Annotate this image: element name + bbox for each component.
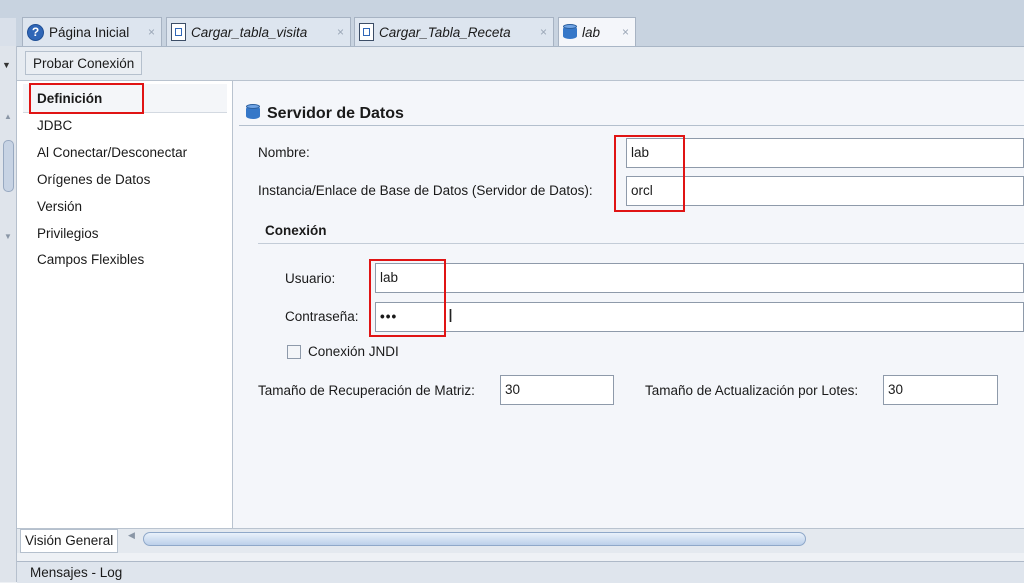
help-icon: ? xyxy=(27,23,44,41)
test-connection-button[interactable]: Probar Conexión xyxy=(25,51,143,75)
tab-label: Página Inicial xyxy=(49,24,130,40)
nav-item-al-conectar[interactable]: Al Conectar/Desconectar xyxy=(37,145,187,160)
fetch-size-input[interactable]: 30 xyxy=(500,375,614,405)
user-input[interactable]: lab xyxy=(375,263,1024,293)
section-title: Servidor de Datos xyxy=(267,105,404,122)
instance-input[interactable]: orcl xyxy=(626,176,1024,206)
messages-log-title[interactable]: Mensajes - Log xyxy=(30,565,122,580)
connection-divider xyxy=(258,243,1024,244)
highlight-box xyxy=(614,135,685,212)
nav-item-origenes-datos[interactable]: Orígenes de Datos xyxy=(37,172,150,187)
scroll-down-icon[interactable]: ▼ xyxy=(4,232,12,241)
close-icon[interactable]: × xyxy=(148,25,155,39)
database-icon xyxy=(563,23,577,41)
highlight-box xyxy=(369,259,446,337)
password-input[interactable]: ••• xyxy=(375,302,1024,332)
editor-toolbar xyxy=(17,47,1024,81)
name-input[interactable]: lab xyxy=(626,138,1024,168)
tab-pagina-inicial[interactable]: ? Página Inicial × xyxy=(22,17,162,46)
connection-header: Conexión xyxy=(265,223,327,238)
nav-item-campos-flexibles[interactable]: Campos Flexibles xyxy=(37,252,144,267)
tab-vision-general[interactable]: Visión General xyxy=(20,529,119,553)
chevron-down-icon[interactable]: ▼ xyxy=(2,60,11,70)
close-icon[interactable]: × xyxy=(337,25,344,39)
messages-panel-header xyxy=(17,561,1024,583)
instance-label: Instancia/Enlace de Base de Datos (Servi… xyxy=(258,183,593,198)
scroll-left-icon[interactable]: ◀ xyxy=(128,530,135,541)
tab-label: Cargar_Tabla_Receta xyxy=(379,24,511,40)
fetch-size-label: Tamaño de Recuperación de Matriz: xyxy=(258,383,475,398)
nav-item-version[interactable]: Versión xyxy=(37,199,82,214)
nav-scroll-track: ▲ ▼ xyxy=(0,108,16,258)
highlight-box xyxy=(29,83,144,114)
batch-size-input[interactable]: 30 xyxy=(883,375,998,405)
nav-item-jdbc[interactable]: JDBC xyxy=(37,118,72,133)
database-icon xyxy=(246,104,260,121)
tab-bar-left-edge xyxy=(0,18,16,46)
tab-label: lab xyxy=(582,24,601,40)
close-icon[interactable]: × xyxy=(622,25,629,39)
user-label: Usuario: xyxy=(285,271,336,286)
jndi-label: Conexión JNDI xyxy=(308,344,399,359)
document-icon xyxy=(359,23,374,41)
password-label: Contraseña: xyxy=(285,309,359,324)
tab-label: Cargar_tabla_visita xyxy=(191,24,308,40)
nav-item-privilegios[interactable]: Privilegios xyxy=(37,226,99,241)
text-cursor-icon: I xyxy=(448,306,454,326)
jndi-checkbox[interactable] xyxy=(287,345,301,359)
nav-scroll-thumb[interactable] xyxy=(3,140,14,192)
document-icon xyxy=(171,23,186,41)
tab-cargar-tabla-receta[interactable]: Cargar_Tabla_Receta × xyxy=(354,17,554,46)
scroll-up-icon[interactable]: ▲ xyxy=(4,112,12,121)
batch-size-label: Tamaño de Actualización por Lotes: xyxy=(645,383,859,398)
section-divider xyxy=(239,125,1024,126)
horizontal-scrollbar-thumb[interactable] xyxy=(143,532,806,546)
tab-cargar-tabla-visita[interactable]: Cargar_tabla_visita × xyxy=(166,17,351,46)
name-label: Nombre: xyxy=(258,145,310,160)
close-icon[interactable]: × xyxy=(540,25,547,39)
tab-lab[interactable]: lab × xyxy=(558,17,636,46)
